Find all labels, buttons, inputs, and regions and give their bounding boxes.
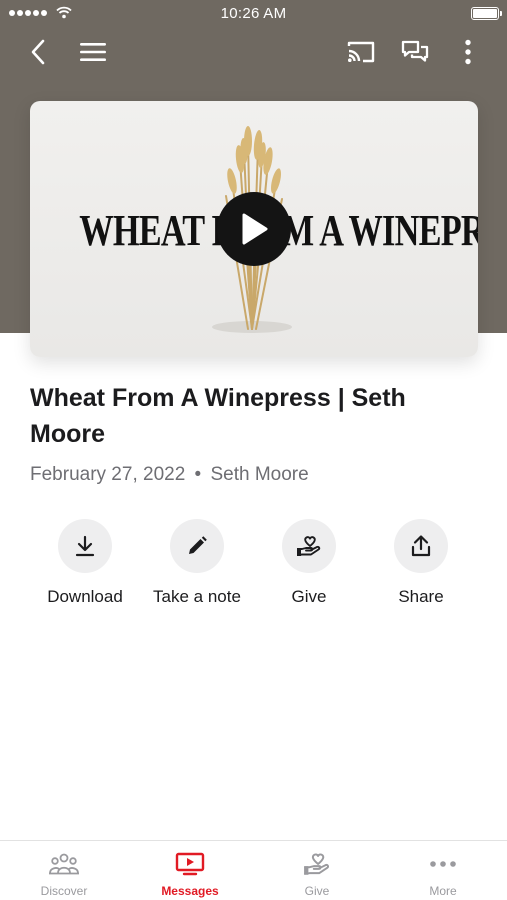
battery-icon: [471, 7, 502, 20]
tab-give[interactable]: Give: [254, 841, 380, 900]
more-options-button[interactable]: [450, 34, 486, 70]
share-icon: [411, 535, 431, 557]
comments-button[interactable]: [397, 34, 433, 70]
tab-give-label: Give: [304, 884, 330, 898]
take-note-label: Take a note: [153, 587, 241, 606]
heart-hand-icon: [304, 853, 329, 875]
give-circle: [282, 519, 336, 573]
tab-more[interactable]: More: [380, 841, 506, 900]
chevron-left-icon: [31, 39, 45, 65]
take-note-button[interactable]: Take a note: [142, 519, 252, 607]
pencil-icon: [189, 536, 207, 554]
download-circle: [58, 519, 112, 573]
tab-messages[interactable]: Messages: [127, 841, 253, 900]
download-icon: [75, 535, 95, 557]
download-label: Download: [47, 587, 123, 606]
give-label: Give: [291, 587, 327, 606]
share-label: Share: [398, 587, 444, 606]
play-icon: [242, 213, 268, 245]
tab-more-label: More: [429, 884, 457, 898]
status-time: 10:26 AM: [220, 5, 287, 22]
vertical-dots-icon: [465, 39, 471, 65]
video-player[interactable]: WHEAT FROM A WINEPRESS: [30, 101, 478, 357]
status-bar: 10:26 AM: [0, 0, 507, 28]
hamburger-icon: [80, 43, 106, 61]
menu-button[interactable]: [75, 34, 111, 70]
back-button[interactable]: [20, 34, 56, 70]
tab-discover-label: Discover: [40, 884, 88, 898]
chat-bubbles-icon: [401, 40, 429, 62]
cast-icon: [347, 41, 375, 63]
tab-messages-label: Messages: [161, 884, 219, 898]
heart-hand-icon: [297, 536, 321, 556]
action-row: Download Take a note Give Share: [0, 519, 507, 619]
message-date: February 27, 2022: [30, 464, 186, 485]
message-speaker: Seth Moore: [210, 464, 309, 485]
play-button[interactable]: [217, 192, 291, 266]
tab-discover[interactable]: Discover: [1, 841, 127, 900]
message-meta: February 27, 2022 • Seth Moore: [30, 464, 309, 486]
people-icon: [49, 853, 79, 875]
message-title: Wheat From A Winepress | Seth Moore: [30, 384, 406, 448]
download-button[interactable]: Download: [30, 519, 140, 607]
cast-button[interactable]: [343, 34, 379, 70]
dots-icon: [430, 861, 456, 867]
share-circle: [394, 519, 448, 573]
tab-bar: Discover Messages Give More: [0, 840, 507, 900]
take-note-circle: [170, 519, 224, 573]
meta-separator: •: [194, 464, 202, 485]
give-button[interactable]: Give: [254, 519, 364, 607]
tv-play-icon: [175, 852, 205, 876]
share-button[interactable]: Share: [366, 519, 476, 607]
